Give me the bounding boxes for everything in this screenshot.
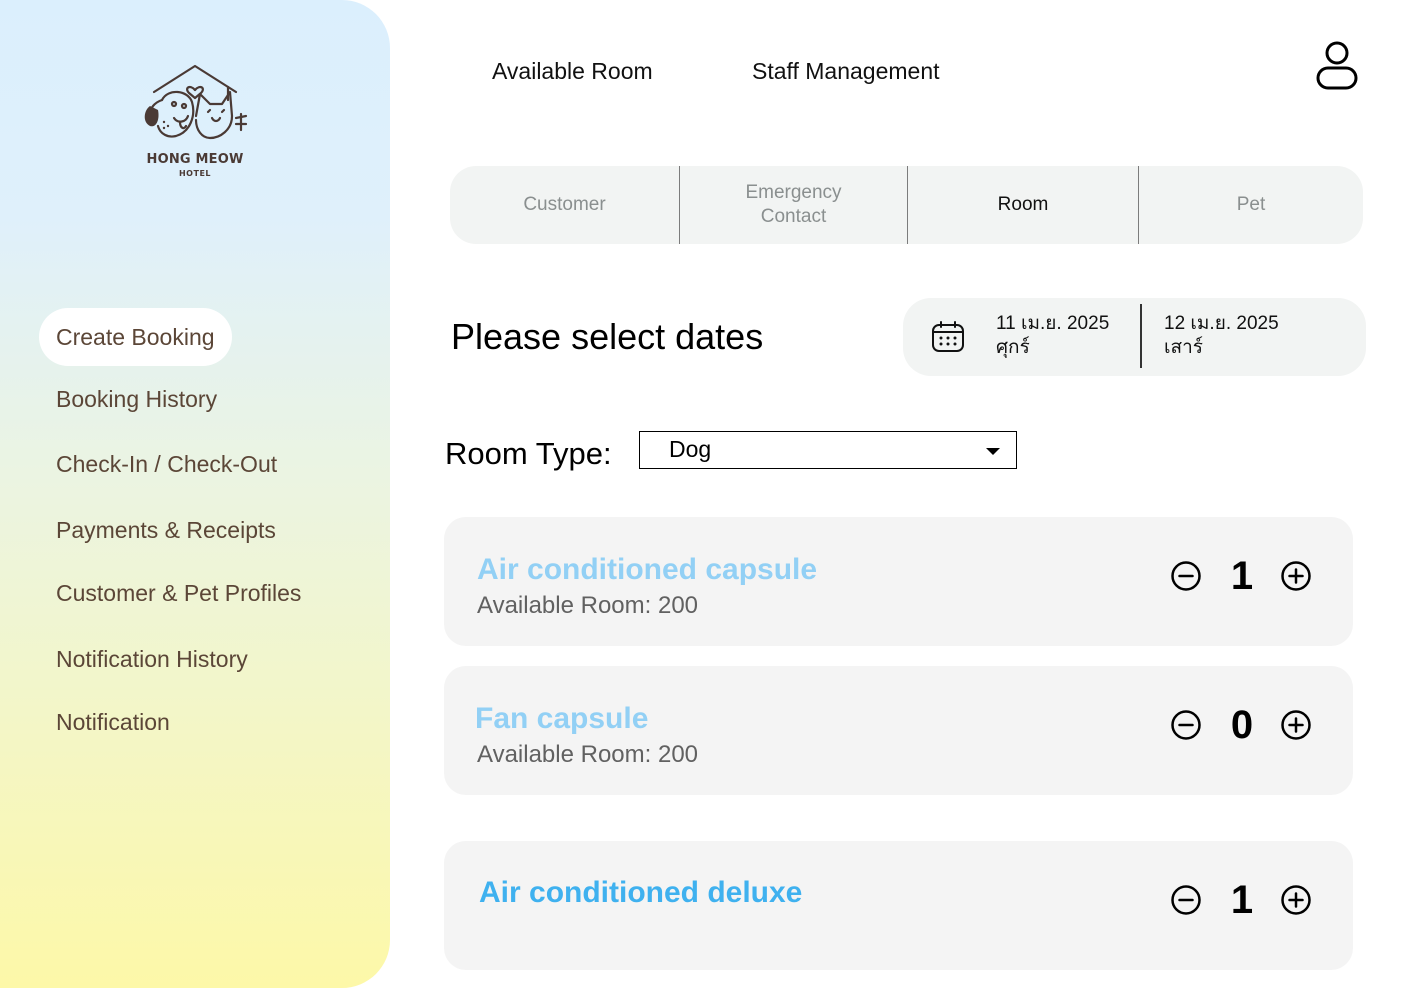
hotel-logo: HONG MEOW HOTEL <box>138 60 252 186</box>
sidebar-item-notification-history[interactable]: Notification History <box>56 646 248 673</box>
check-in-day: ศุกร์ <box>996 337 1030 358</box>
minus-circle-icon[interactable] <box>1170 560 1202 592</box>
tab-emergency-contact[interactable]: Emergency Contact <box>679 166 907 244</box>
dog-cat-house-icon <box>144 64 248 140</box>
room-card-air-deluxe: Air conditioned deluxe 1 <box>444 841 1353 970</box>
room-card-air-capsule: Air conditioned capsule Available Room: … <box>444 517 1353 646</box>
date-divider <box>1140 304 1142 368</box>
minus-circle-icon[interactable] <box>1170 709 1202 741</box>
plus-circle-icon[interactable] <box>1280 709 1312 741</box>
tab-room-label: Room <box>997 194 1049 215</box>
quantity-value: 1 <box>1230 554 1254 598</box>
nav-staff-management[interactable]: Staff Management <box>752 58 940 85</box>
room-card-fan-capsule: Fan capsule Available Room: 200 0 <box>444 666 1353 795</box>
sidebar: HONG MEOW HOTEL Create Booking Booking H… <box>0 0 390 988</box>
check-out-date[interactable]: 12 เม.ย. 2025 เสาร์ <box>1164 312 1279 360</box>
room-name: Fan capsule <box>475 702 649 735</box>
nav-available-room[interactable]: Available Room <box>492 58 653 85</box>
chevron-down-icon <box>986 448 1000 455</box>
check-in-date-value: 11 เม.ย. 2025 <box>996 313 1110 334</box>
room-availability: Available Room: 200 <box>477 741 699 768</box>
quantity-value: 0 <box>1230 703 1254 747</box>
dates-title: Please select dates <box>451 316 764 357</box>
date-range-picker[interactable]: 11 เม.ย. 2025 ศุกร์ 12 เม.ย. 2025 เสาร์ <box>903 298 1366 376</box>
tab-room[interactable]: Room <box>907 166 1138 244</box>
tab-emergency-line1: Emergency <box>745 182 842 203</box>
room-name: Air conditioned capsule <box>477 553 818 586</box>
sidebar-item-create-booking[interactable]: Create Booking <box>39 308 232 366</box>
brand-subtitle: HOTEL <box>178 169 211 178</box>
tab-customer-label: Customer <box>523 194 606 215</box>
quantity-value: 1 <box>1230 878 1254 922</box>
room-availability: Available Room: 200 <box>477 592 699 619</box>
quantity-stepper: 1 <box>1170 554 1312 598</box>
quantity-stepper: 0 <box>1170 703 1312 747</box>
room-type-label: Room Type: <box>445 436 612 471</box>
tab-customer[interactable]: Customer <box>450 166 679 244</box>
quantity-stepper: 1 <box>1170 878 1312 922</box>
sidebar-item-payments[interactable]: Payments & Receipts <box>56 517 276 544</box>
plus-circle-icon[interactable] <box>1280 884 1312 916</box>
sidebar-item-check-in-out[interactable]: Check-In / Check-Out <box>56 451 277 478</box>
check-out-day: เสาร์ <box>1164 337 1203 358</box>
tab-emergency-contact-label: Emergency Contact <box>745 181 841 229</box>
brand-name: HONG MEOW <box>146 152 244 167</box>
plus-circle-icon[interactable] <box>1280 560 1312 592</box>
tab-emergency-line2: Contact <box>760 206 827 227</box>
check-in-date[interactable]: 11 เม.ย. 2025 ศุกร์ <box>996 312 1109 360</box>
check-out-date-value: 12 เม.ย. 2025 <box>1164 313 1279 334</box>
tab-pet-label: Pet <box>1236 194 1266 215</box>
minus-circle-icon[interactable] <box>1170 884 1202 916</box>
room-type-selected-value: Dog <box>669 436 712 462</box>
sidebar-item-profiles[interactable]: Customer & Pet Profiles <box>56 580 301 607</box>
sidebar-item-notification[interactable]: Notification <box>56 709 170 736</box>
tab-pet[interactable]: Pet <box>1138 166 1363 244</box>
calendar-icon[interactable] <box>931 320 965 359</box>
room-name: Air conditioned deluxe <box>479 876 803 909</box>
sidebar-item-booking-history[interactable]: Booking History <box>56 386 217 413</box>
booking-step-tabs: Customer Emergency Contact Room Pet <box>450 166 1363 244</box>
room-type-select[interactable]: Dog <box>639 431 1017 469</box>
user-icon[interactable] <box>1314 40 1360 97</box>
